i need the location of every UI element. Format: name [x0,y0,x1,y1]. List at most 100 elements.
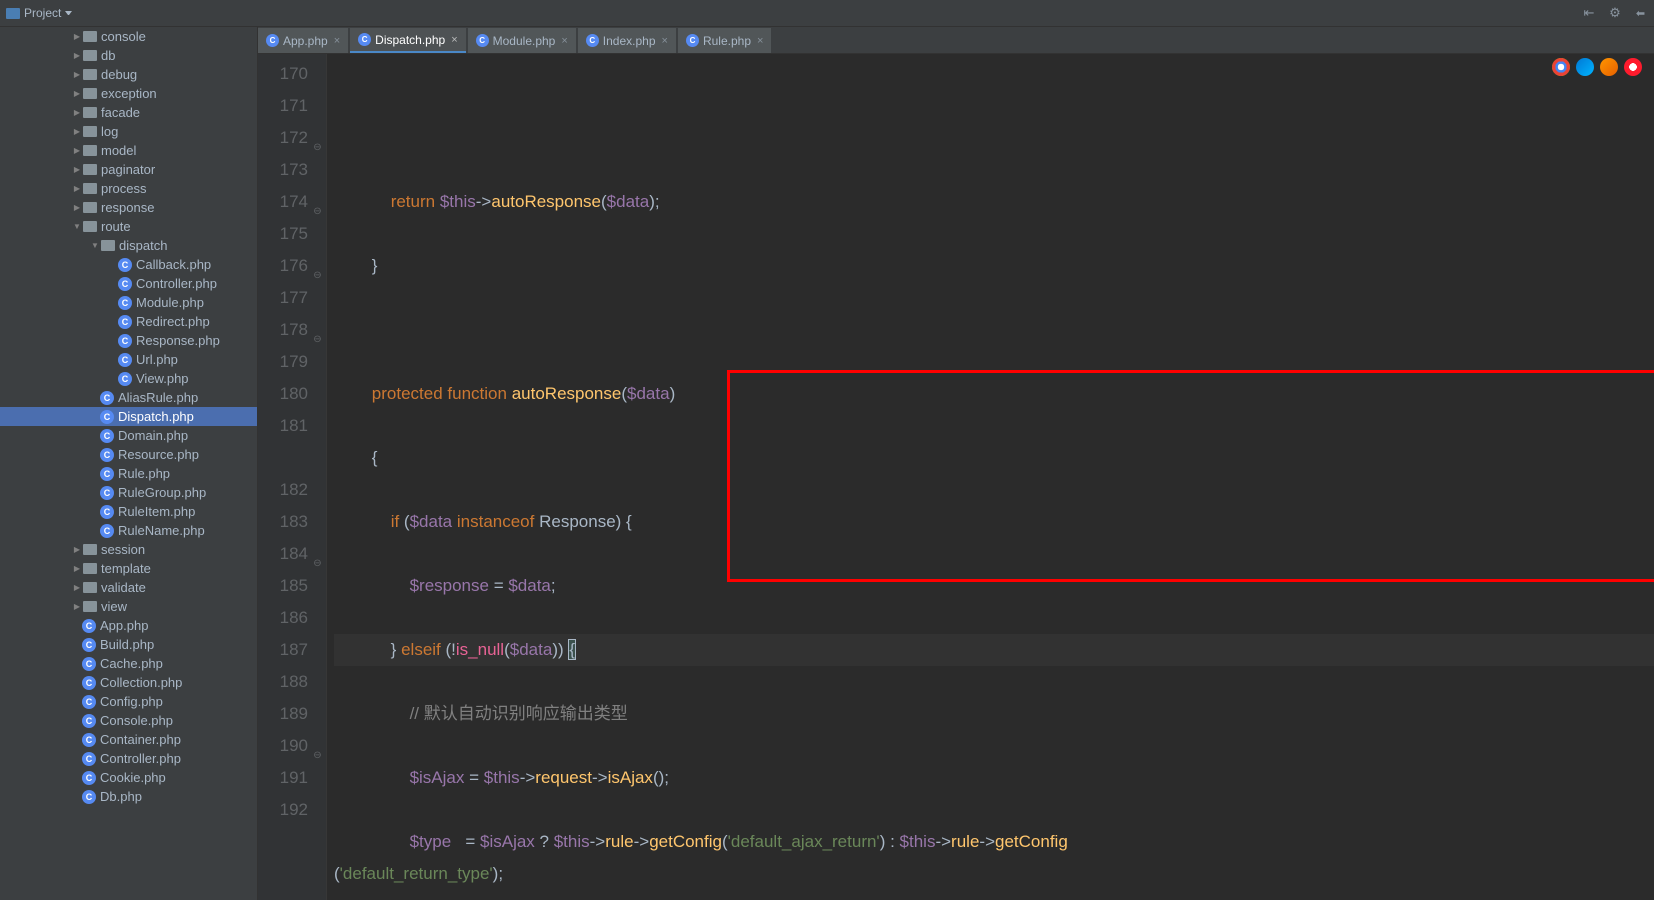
tree-arrow-icon[interactable] [73,166,81,174]
tree-arrow-icon[interactable] [91,242,99,250]
line-number[interactable] [258,442,308,474]
tree-item[interactable]: paginator [0,160,257,179]
tree-item[interactable]: CController.php [0,274,257,293]
line-number[interactable]: 173 [258,154,308,186]
tree-item[interactable]: console [0,27,257,46]
tree-item[interactable]: route [0,217,257,236]
tree-item[interactable]: CDb.php [0,787,257,806]
line-number[interactable]: 177 [258,282,308,314]
tree-arrow-icon[interactable] [73,584,81,592]
close-icon[interactable]: × [662,35,668,47]
tree-item[interactable]: process [0,179,257,198]
tree-item[interactable]: view [0,597,257,616]
tree-item[interactable]: db [0,46,257,65]
tree-arrow-icon[interactable] [73,546,81,554]
tree-item[interactable]: CDispatch.php [0,407,257,426]
line-number[interactable]: 176 [258,250,308,282]
line-number[interactable]: 188 [258,666,308,698]
tree-item[interactable]: facade [0,103,257,122]
fold-icon[interactable]: ⊖ [311,196,324,228]
tree-item[interactable]: CDomain.php [0,426,257,445]
close-icon[interactable]: × [334,35,340,47]
line-number[interactable]: 189 [258,698,308,730]
tree-item[interactable]: dispatch [0,236,257,255]
tree-item[interactable]: CRedirect.php [0,312,257,331]
editor-tab[interactable]: CApp.php× [258,28,348,53]
collapse-all-icon[interactable]: ⇤ [1580,4,1598,22]
line-number[interactable]: 185 [258,570,308,602]
line-number[interactable]: 192 [258,794,308,826]
tree-arrow-icon[interactable] [73,223,81,231]
close-icon[interactable]: × [451,34,457,46]
tree-item[interactable]: CResponse.php [0,331,257,350]
line-number[interactable]: 191 [258,762,308,794]
tree-item[interactable]: CConfig.php [0,692,257,711]
tree-arrow-icon[interactable] [73,185,81,193]
line-number[interactable]: 175 [258,218,308,250]
tree-item[interactable]: CView.php [0,369,257,388]
fold-icon[interactable]: ⊖ [311,324,324,356]
code-area[interactable]: return $this->autoResponse($data); } pro… [326,54,1654,900]
line-number[interactable]: 180 [258,378,308,410]
tree-item[interactable]: response [0,198,257,217]
tree-item[interactable]: template [0,559,257,578]
editor-tab[interactable]: CDispatch.php× [350,28,465,53]
tree-arrow-icon[interactable] [73,109,81,117]
tree-arrow-icon[interactable] [73,128,81,136]
line-number[interactable]: 186 [258,602,308,634]
tree-item[interactable]: validate [0,578,257,597]
tree-arrow-icon[interactable] [73,565,81,573]
tree-arrow-icon[interactable] [73,52,81,60]
line-number[interactable]: 187 [258,634,308,666]
editor-tab[interactable]: CIndex.php× [578,28,676,53]
project-tree[interactable]: consoledbdebugexceptionfacadelogmodelpag… [0,27,258,900]
tree-item[interactable]: CRule.php [0,464,257,483]
hide-icon[interactable]: ⬋ [1628,0,1653,25]
tree-item[interactable]: log [0,122,257,141]
tree-item[interactable]: CController.php [0,749,257,768]
line-gutter[interactable]: 1701711721731741751761771781791801811821… [258,54,326,900]
editor-tab[interactable]: CModule.php× [468,28,576,53]
editor[interactable]: 1701711721731741751761771781791801811821… [258,54,1654,900]
tree-item[interactable]: CAliasRule.php [0,388,257,407]
tree-arrow-icon[interactable] [73,33,81,41]
line-number[interactable]: 182 [258,474,308,506]
line-number[interactable]: 178 [258,314,308,346]
line-number[interactable]: 170 [258,58,308,90]
project-dropdown[interactable]: Project [0,0,78,26]
tree-item[interactable]: CRuleGroup.php [0,483,257,502]
line-number[interactable]: 171 [258,90,308,122]
gear-icon[interactable]: ⚙ [1606,4,1624,22]
tree-item[interactable]: CUrl.php [0,350,257,369]
line-number[interactable]: 172 [258,122,308,154]
fold-icon[interactable]: ⊖ [311,740,324,772]
tree-item[interactable]: CBuild.php [0,635,257,654]
tree-arrow-icon[interactable] [73,71,81,79]
tree-item[interactable]: CCollection.php [0,673,257,692]
tree-item[interactable]: CRuleName.php [0,521,257,540]
tree-item[interactable]: CContainer.php [0,730,257,749]
line-number[interactable]: 184 [258,538,308,570]
fold-icon[interactable]: ⊖ [311,548,324,580]
line-number[interactable]: 181 [258,410,308,442]
tree-item[interactable]: exception [0,84,257,103]
line-number[interactable]: 174 [258,186,308,218]
tree-item[interactable]: CResource.php [0,445,257,464]
fold-icon[interactable]: ⊖ [311,132,324,164]
editor-tab[interactable]: CRule.php× [678,28,771,53]
line-number[interactable]: 190 [258,730,308,762]
tree-arrow-icon[interactable] [73,204,81,212]
tree-item[interactable]: CCache.php [0,654,257,673]
tree-item[interactable]: CConsole.php [0,711,257,730]
tree-arrow-icon[interactable] [73,603,81,611]
tree-item[interactable]: CCookie.php [0,768,257,787]
tree-arrow-icon[interactable] [73,147,81,155]
tree-item[interactable]: model [0,141,257,160]
tree-item[interactable]: CCallback.php [0,255,257,274]
tree-arrow-icon[interactable] [73,90,81,98]
tree-item[interactable]: debug [0,65,257,84]
tree-item[interactable]: CApp.php [0,616,257,635]
line-number[interactable]: 183 [258,506,308,538]
close-icon[interactable]: × [757,35,763,47]
fold-icon[interactable]: ⊖ [311,260,324,292]
